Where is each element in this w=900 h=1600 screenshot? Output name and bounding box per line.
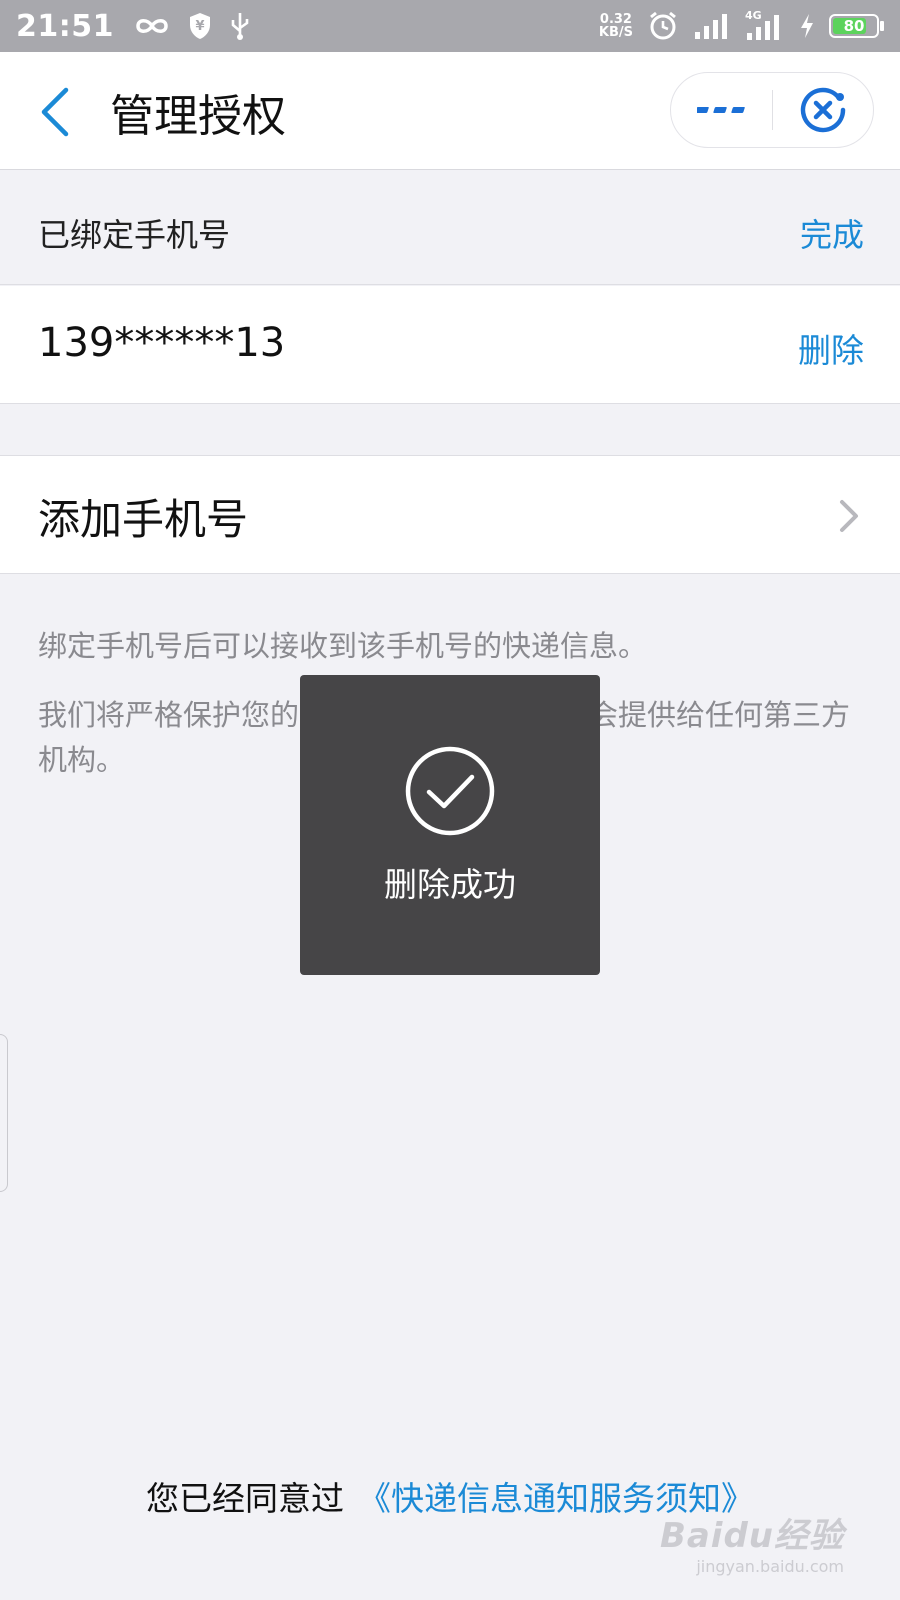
svg-text:¥: ¥ bbox=[195, 19, 204, 34]
alarm-icon bbox=[650, 11, 676, 40]
page-title: 管理授权 bbox=[110, 91, 286, 142]
more-icon bbox=[697, 107, 746, 113]
agreement-prefix: 您已经同意过 bbox=[146, 1479, 344, 1518]
signal-icon bbox=[695, 14, 727, 39]
add-phone-label: 添加手机号 bbox=[38, 495, 249, 544]
toast-message: 删除成功 bbox=[384, 865, 516, 904]
phone-row: 139******13 删除 bbox=[0, 286, 900, 404]
net-speed-unit: KB/S bbox=[598, 25, 633, 40]
done-button[interactable]: 完成 bbox=[800, 210, 864, 256]
section-title: 已绑定手机号 bbox=[38, 216, 231, 254]
battery-indicator: 80 bbox=[829, 14, 884, 38]
status-time: 21:51 bbox=[16, 8, 114, 44]
infinity-icon bbox=[136, 19, 168, 33]
chevron-left-icon bbox=[41, 87, 69, 137]
status-left-icons: ¥ bbox=[134, 11, 250, 41]
side-drawer-handle[interactable] bbox=[0, 1034, 8, 1192]
status-bar: 21:51 ¥ 0.32 KB/S 4G 80 bbox=[0, 0, 900, 52]
watermark-sub: jingyan.baidu.com bbox=[696, 1557, 844, 1576]
status-right: 0.32 KB/S 4G 80 bbox=[599, 9, 884, 42]
check-circle-icon bbox=[405, 746, 495, 836]
battery-tip bbox=[880, 21, 884, 31]
close-circle-icon bbox=[800, 87, 845, 133]
back-button[interactable] bbox=[36, 84, 76, 140]
usb-icon bbox=[231, 13, 249, 40]
info-text-1: 绑定手机号后可以接收到该手机号的快递信息。 bbox=[38, 629, 648, 663]
mini-program-capsule bbox=[670, 72, 874, 148]
battery-level: 80 bbox=[843, 17, 865, 35]
signal-4g-icon: 4G bbox=[745, 9, 785, 41]
nav-header: 管理授权 bbox=[0, 52, 900, 170]
chevron-right-icon bbox=[840, 500, 858, 532]
watermark-main: Baidu经验 bbox=[659, 1516, 844, 1556]
delete-button[interactable]: 删除 bbox=[798, 324, 864, 372]
add-phone-row[interactable]: 添加手机号 bbox=[0, 455, 900, 574]
bound-phone-section: 已绑定手机号 完成 bbox=[0, 170, 900, 285]
net-speed: 0.32 KB/S bbox=[599, 13, 633, 39]
shield-yen-icon: ¥ bbox=[190, 13, 210, 39]
battery-icon: 80 bbox=[829, 14, 879, 38]
charging-icon bbox=[801, 14, 813, 38]
phone-number: 139******13 bbox=[38, 320, 286, 366]
success-toast: 删除成功 bbox=[300, 675, 600, 975]
baidu-watermark: Baidu经验 jingyan.baidu.com bbox=[660, 1508, 844, 1576]
close-button[interactable] bbox=[773, 73, 874, 147]
more-button[interactable] bbox=[671, 73, 772, 147]
